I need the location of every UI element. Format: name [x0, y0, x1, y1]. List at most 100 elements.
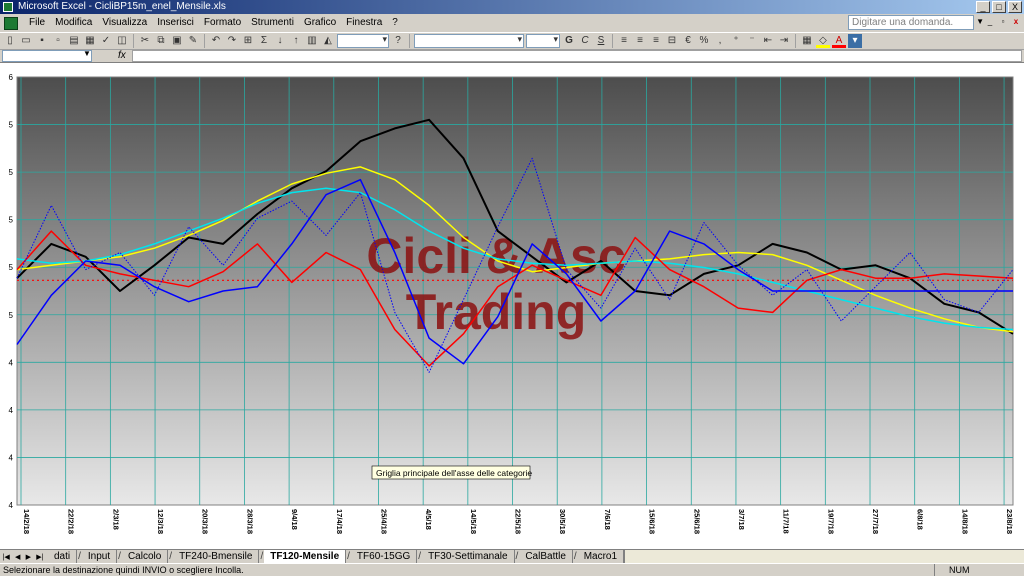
sheet-tab[interactable]: Input: [81, 550, 118, 563]
horizontal-scrollbar[interactable]: [624, 550, 1024, 563]
menu-modifica[interactable]: Modifica: [50, 14, 97, 32]
first-sheet-icon[interactable]: |◀: [3, 553, 10, 561]
doc-close-icon[interactable]: x: [1010, 16, 1022, 28]
x-tick-label: 12/3/18: [156, 509, 165, 534]
menu-formato[interactable]: Formato: [199, 14, 246, 32]
align-left-icon[interactable]: ≡: [617, 34, 631, 48]
percent-icon[interactable]: %: [697, 34, 711, 48]
font-size-combo[interactable]: [526, 34, 560, 48]
menu-visualizza[interactable]: Visualizza: [97, 14, 152, 32]
next-sheet-icon[interactable]: ▶: [26, 553, 31, 561]
fill-color-icon[interactable]: ◇: [816, 34, 830, 48]
doc-minimize-icon[interactable]: _: [984, 16, 996, 28]
open-icon[interactable]: ▭: [19, 34, 33, 48]
sheet-tab[interactable]: TF30-Settimanale: [422, 550, 515, 563]
toolbar-options-icon[interactable]: ▾: [848, 34, 862, 48]
merge-center-icon[interactable]: ⊟: [665, 34, 679, 48]
research-icon[interactable]: ◫: [115, 34, 129, 48]
format-painter-icon[interactable]: ✎: [186, 34, 200, 48]
sort-asc-icon[interactable]: ↓: [273, 34, 287, 48]
tooltip: Griglia principale dell'asse delle categ…: [371, 465, 532, 480]
zoom-combo[interactable]: [337, 34, 389, 48]
toolbar: ▯ ▭ ▪ ▫ ▤ ▦ ✓ ◫ ✂ ⧉ ▣ ✎ ↶ ↷ ⊞ Σ ↓ ↑ ▥ ◭ …: [0, 32, 1024, 50]
sheet-tab[interactable]: Calcolo: [121, 550, 169, 563]
underline-button[interactable]: S: [594, 34, 608, 48]
print-icon[interactable]: ▤: [67, 34, 81, 48]
window-title: Microsoft Excel - CicliBP15m_enel_Mensil…: [18, 1, 226, 12]
copy-icon[interactable]: ⧉: [154, 34, 168, 48]
align-right-icon[interactable]: ≡: [649, 34, 663, 48]
bold-button[interactable]: G: [562, 34, 576, 48]
sheet-tab[interactable]: TF120-Mensile: [264, 550, 347, 563]
workbook-icon[interactable]: [4, 16, 18, 30]
permission-icon[interactable]: ▫: [51, 34, 65, 48]
font-combo[interactable]: [414, 34, 524, 48]
y-tick-label: 5: [9, 311, 14, 320]
close-button[interactable]: X: [1008, 1, 1022, 13]
hyperlink-icon[interactable]: ⊞: [241, 34, 255, 48]
title-bar: Microsoft Excel - CicliBP15m_enel_Mensil…: [0, 0, 1024, 14]
cut-icon[interactable]: ✂: [138, 34, 152, 48]
drawing-icon[interactable]: ◭: [321, 34, 335, 48]
sheet-tab[interactable]: Macro1: [577, 550, 625, 563]
x-tick-label: 3/7/18: [737, 509, 746, 530]
maximize-button[interactable]: □: [992, 1, 1006, 13]
redo-icon[interactable]: ↷: [225, 34, 239, 48]
menu-inserisci[interactable]: Inserisci: [152, 14, 199, 32]
menu-finestra[interactable]: Finestra: [341, 14, 387, 32]
chart-wizard-icon[interactable]: ▥: [305, 34, 319, 48]
x-tick-label: 25/6/18: [692, 509, 701, 534]
increase-decimal-icon[interactable]: ⁺: [729, 34, 743, 48]
sort-desc-icon[interactable]: ↑: [289, 34, 303, 48]
doc-restore-icon[interactable]: ▫: [997, 16, 1009, 28]
prev-sheet-icon[interactable]: ◀: [15, 553, 20, 561]
x-tick-label: 4/5/18: [424, 509, 433, 530]
chart-sheet: 6 5 5 5 5 5 4 4 4 4 14/2/18 22/2/18 2/3/18 12/3/18 20…: [0, 63, 1024, 549]
align-center-icon[interactable]: ≡: [633, 34, 647, 48]
x-tick-label: 15/6/18: [648, 509, 657, 534]
decrease-indent-icon[interactable]: ⇤: [761, 34, 775, 48]
ask-question-input[interactable]: Digitare una domanda.: [848, 15, 974, 30]
last-sheet-icon[interactable]: ▶|: [36, 553, 43, 561]
x-tick-label: 28/3/18: [245, 509, 254, 534]
formula-bar: ▼ fx: [0, 49, 1024, 63]
x-tick-label: 9/4/18: [290, 509, 299, 530]
paste-icon[interactable]: ▣: [170, 34, 184, 48]
excel-app-icon: [3, 2, 13, 12]
currency-icon[interactable]: €: [681, 34, 695, 48]
thousands-icon[interactable]: ,: [713, 34, 727, 48]
name-box-dropdown-icon[interactable]: ▼: [83, 49, 91, 58]
menu-help[interactable]: ?: [387, 14, 403, 32]
name-box[interactable]: [2, 50, 92, 62]
menu-file[interactable]: File: [24, 14, 50, 32]
minimize-button[interactable]: _: [976, 1, 990, 13]
save-icon[interactable]: ▪: [35, 34, 49, 48]
sheet-tab[interactable]: TF60-15GG: [350, 550, 418, 563]
increase-indent-icon[interactable]: ⇥: [777, 34, 791, 48]
undo-icon[interactable]: ↶: [209, 34, 223, 48]
sheet-tab[interactable]: CalBattle: [519, 550, 573, 563]
sheet-tab[interactable]: TF240-Bmensile: [173, 550, 260, 563]
sheet-tabs-bar: |◀ ◀ ▶ ▶| dati / Input / Calcolo / TF240-Bmens…: [0, 549, 1024, 563]
ask-dropdown-icon[interactable]: ▼: [976, 17, 984, 26]
borders-icon[interactable]: ▦: [800, 34, 814, 48]
print-preview-icon[interactable]: ▦: [83, 34, 97, 48]
new-icon[interactable]: ▯: [3, 34, 17, 48]
italic-button[interactable]: C: [578, 34, 592, 48]
decrease-decimal-icon[interactable]: ⁻: [745, 34, 759, 48]
sheet-tab[interactable]: dati: [48, 550, 78, 563]
x-tick-label: 22/2/18: [67, 509, 76, 534]
y-tick-label: 5: [9, 121, 14, 130]
y-tick-label: 5: [9, 168, 14, 177]
help-icon[interactable]: ?: [391, 34, 405, 48]
font-color-icon[interactable]: A: [832, 34, 846, 48]
x-tick-label: 11/7/18: [782, 509, 791, 534]
cycles-chart[interactable]: 6 5 5 5 5 5 4 4 4 4 14/2/18 22/2/18 2/3/18 12/3/18 20…: [0, 63, 1024, 549]
formula-input[interactable]: [132, 50, 1022, 62]
menu-strumenti[interactable]: Strumenti: [246, 14, 299, 32]
autosum-icon[interactable]: Σ: [257, 34, 271, 48]
menu-grafico[interactable]: Grafico: [299, 14, 341, 32]
fx-icon[interactable]: fx: [118, 50, 126, 61]
spelling-icon[interactable]: ✓: [99, 34, 113, 48]
y-tick-label: 4: [9, 453, 14, 462]
